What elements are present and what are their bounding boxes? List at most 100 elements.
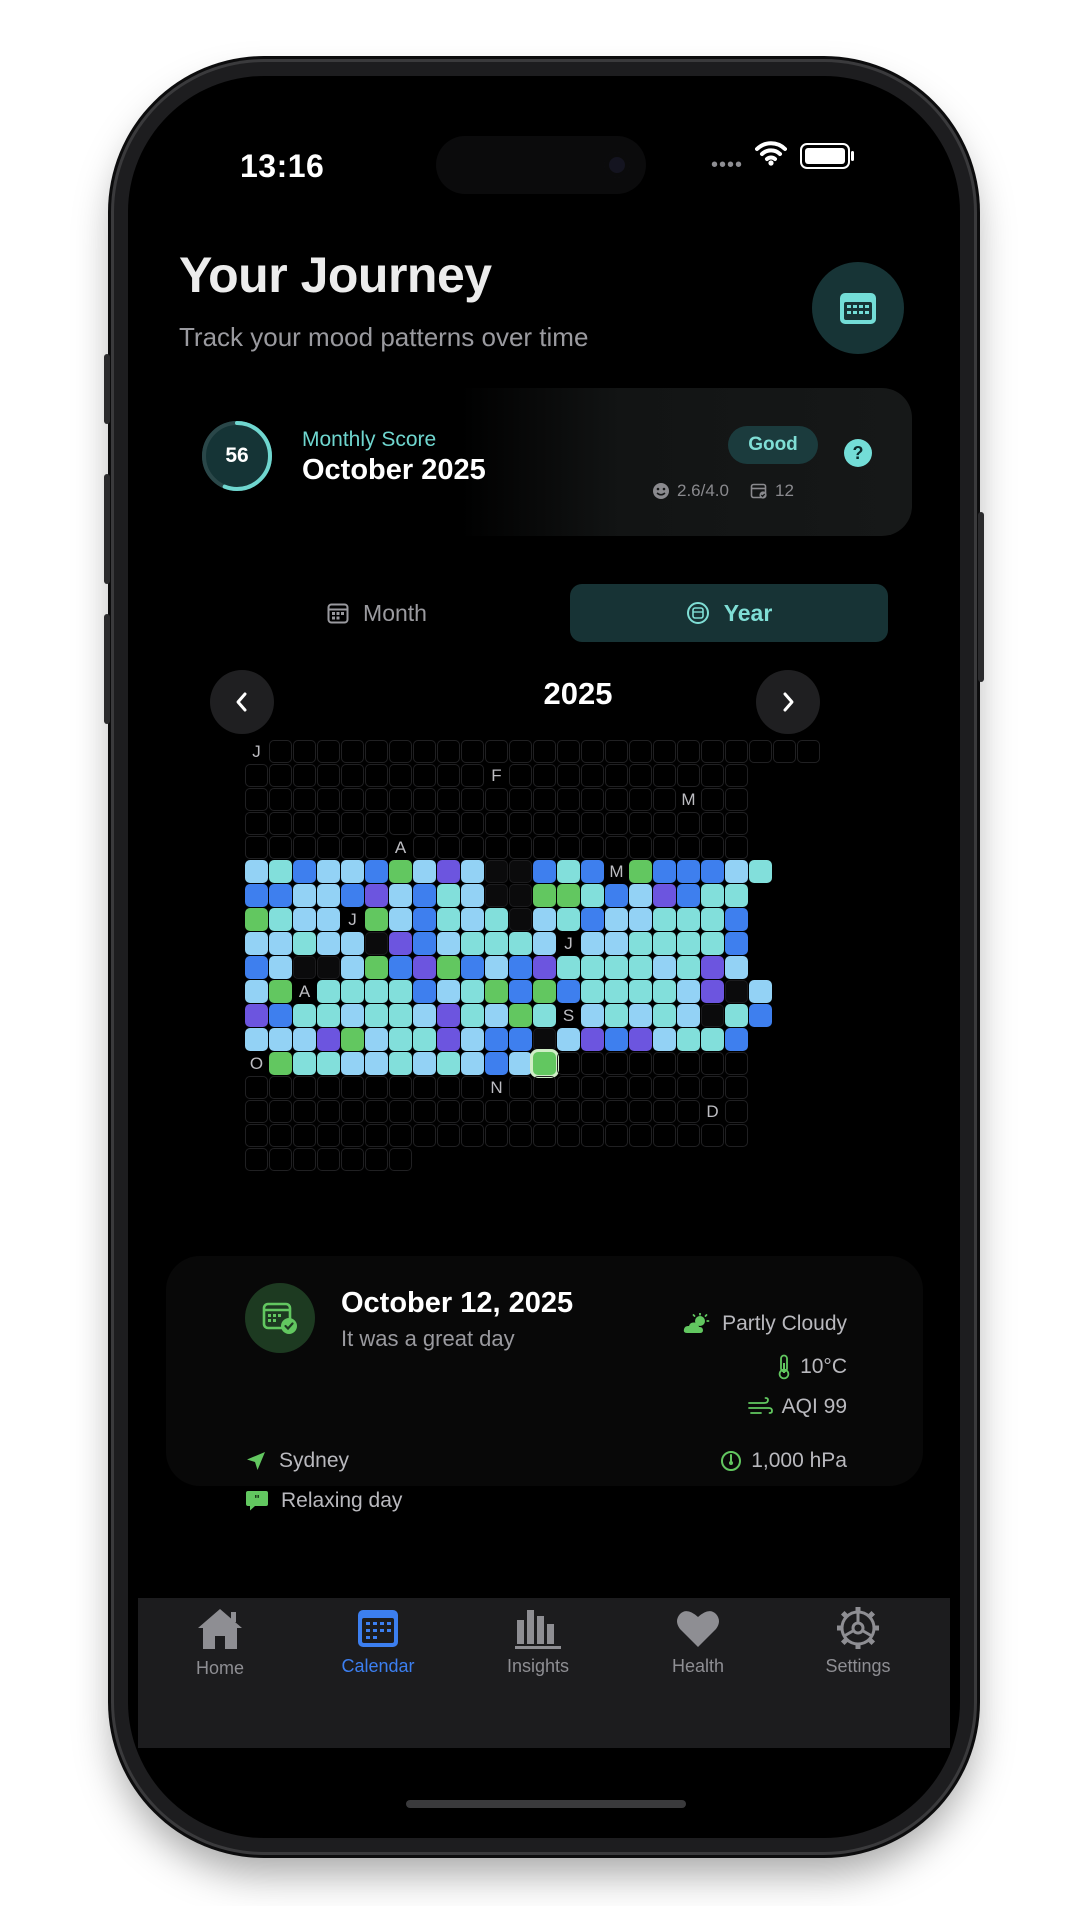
mood-day-cell[interactable]: [653, 956, 676, 979]
mood-day-cell[interactable]: [317, 884, 340, 907]
mood-day-cell[interactable]: [629, 932, 652, 955]
mood-day-cell[interactable]: [629, 1028, 652, 1051]
mood-day-cell[interactable]: [485, 980, 508, 1003]
mood-day-cell[interactable]: [389, 932, 412, 955]
tab-health[interactable]: Health: [628, 1606, 768, 1677]
mood-day-cell[interactable]: [341, 1028, 364, 1051]
mood-day-cell[interactable]: [533, 908, 556, 931]
mood-day-cell[interactable]: [245, 932, 268, 955]
no-entry-day-cell[interactable]: [293, 956, 316, 979]
help-icon[interactable]: ?: [844, 439, 872, 467]
mood-day-cell[interactable]: [533, 860, 556, 883]
no-entry-day-cell[interactable]: [509, 884, 532, 907]
mood-day-cell[interactable]: [557, 980, 580, 1003]
mood-day-cell[interactable]: [485, 1052, 508, 1075]
mood-day-cell[interactable]: [389, 884, 412, 907]
mood-day-cell[interactable]: [365, 860, 388, 883]
mood-day-cell[interactable]: [677, 1004, 700, 1027]
mood-day-cell[interactable]: [341, 1004, 364, 1027]
mood-day-cell[interactable]: [269, 956, 292, 979]
mood-day-cell[interactable]: [701, 1028, 724, 1051]
mood-day-cell[interactable]: [245, 1028, 268, 1051]
mood-day-cell[interactable]: [437, 932, 460, 955]
mood-day-cell[interactable]: [365, 1052, 388, 1075]
mood-day-cell[interactable]: [677, 860, 700, 883]
mood-day-cell[interactable]: [389, 1004, 412, 1027]
mood-day-cell[interactable]: [509, 1052, 532, 1075]
mood-day-cell[interactable]: [365, 980, 388, 1003]
no-entry-day-cell[interactable]: [365, 932, 388, 955]
mood-day-cell[interactable]: [725, 956, 748, 979]
mood-day-cell[interactable]: [389, 908, 412, 931]
mood-day-cell[interactable]: [245, 1004, 268, 1027]
mood-day-cell[interactable]: [509, 980, 532, 1003]
mood-day-cell[interactable]: [557, 908, 580, 931]
mood-day-cell[interactable]: [413, 956, 436, 979]
mood-day-cell[interactable]: [461, 860, 484, 883]
mood-day-cell[interactable]: [605, 884, 628, 907]
mood-day-cell[interactable]: [485, 956, 508, 979]
mood-day-cell[interactable]: [341, 884, 364, 907]
mood-day-cell[interactable]: [413, 1028, 436, 1051]
mood-day-cell[interactable]: [653, 1028, 676, 1051]
mood-day-cell[interactable]: [317, 1052, 340, 1075]
mood-day-cell[interactable]: [269, 1052, 292, 1075]
mood-day-cell[interactable]: [629, 884, 652, 907]
mood-day-cell[interactable]: [341, 1052, 364, 1075]
mood-day-cell[interactable]: [269, 884, 292, 907]
mood-day-cell[interactable]: [509, 1004, 532, 1027]
mood-day-cell[interactable]: [365, 956, 388, 979]
mood-day-cell[interactable]: [269, 1004, 292, 1027]
mood-day-cell[interactable]: [293, 1052, 316, 1075]
mood-day-cell[interactable]: [293, 908, 316, 931]
mood-day-cell[interactable]: [629, 908, 652, 931]
mood-day-cell[interactable]: [581, 1028, 604, 1051]
mood-day-cell[interactable]: [365, 1028, 388, 1051]
mood-day-cell[interactable]: [389, 1052, 412, 1075]
mood-day-cell[interactable]: [365, 884, 388, 907]
mood-day-cell[interactable]: [605, 932, 628, 955]
mood-day-cell[interactable]: [629, 860, 652, 883]
mood-day-cell[interactable]: [317, 980, 340, 1003]
mood-day-cell[interactable]: [245, 980, 268, 1003]
no-entry-day-cell[interactable]: [509, 860, 532, 883]
mood-day-cell[interactable]: [269, 932, 292, 955]
mood-day-cell[interactable]: [725, 908, 748, 931]
mood-day-cell[interactable]: [461, 1004, 484, 1027]
mood-day-cell[interactable]: [485, 1028, 508, 1051]
no-entry-day-cell[interactable]: [533, 1028, 556, 1051]
mood-day-cell[interactable]: [293, 1004, 316, 1027]
mood-day-cell[interactable]: [317, 1028, 340, 1051]
mood-day-cell[interactable]: [317, 860, 340, 883]
previous-year-button[interactable]: [210, 670, 274, 734]
mood-day-cell[interactable]: [245, 956, 268, 979]
no-entry-day-cell[interactable]: [725, 980, 748, 1003]
no-entry-day-cell[interactable]: [485, 860, 508, 883]
mood-day-cell[interactable]: [557, 884, 580, 907]
mood-day-cell[interactable]: [293, 884, 316, 907]
mood-day-cell[interactable]: [437, 1004, 460, 1027]
calendar-button[interactable]: [812, 262, 904, 354]
mood-day-cell[interactable]: [341, 932, 364, 955]
mood-day-cell[interactable]: [677, 980, 700, 1003]
mood-day-cell[interactable]: [581, 884, 604, 907]
mood-day-cell[interactable]: [269, 908, 292, 931]
mood-day-cell[interactable]: [245, 908, 268, 931]
tab-settings[interactable]: Settings: [788, 1606, 928, 1677]
mood-day-cell[interactable]: [389, 956, 412, 979]
mood-day-cell[interactable]: [581, 932, 604, 955]
mood-day-cell[interactable]: [509, 956, 532, 979]
mood-day-cell[interactable]: [749, 860, 772, 883]
mood-day-cell[interactable]: [365, 908, 388, 931]
mood-day-cell[interactable]: [581, 980, 604, 1003]
no-entry-day-cell[interactable]: [701, 1004, 724, 1027]
mood-day-cell[interactable]: [437, 980, 460, 1003]
mood-day-cell[interactable]: [533, 932, 556, 955]
mood-day-cell[interactable]: [485, 932, 508, 955]
mood-day-cell[interactable]: [389, 860, 412, 883]
next-year-button[interactable]: [756, 670, 820, 734]
mood-day-cell[interactable]: [653, 932, 676, 955]
mood-day-cell[interactable]: [437, 956, 460, 979]
mood-day-cell[interactable]: [461, 908, 484, 931]
mood-day-cell[interactable]: [581, 908, 604, 931]
